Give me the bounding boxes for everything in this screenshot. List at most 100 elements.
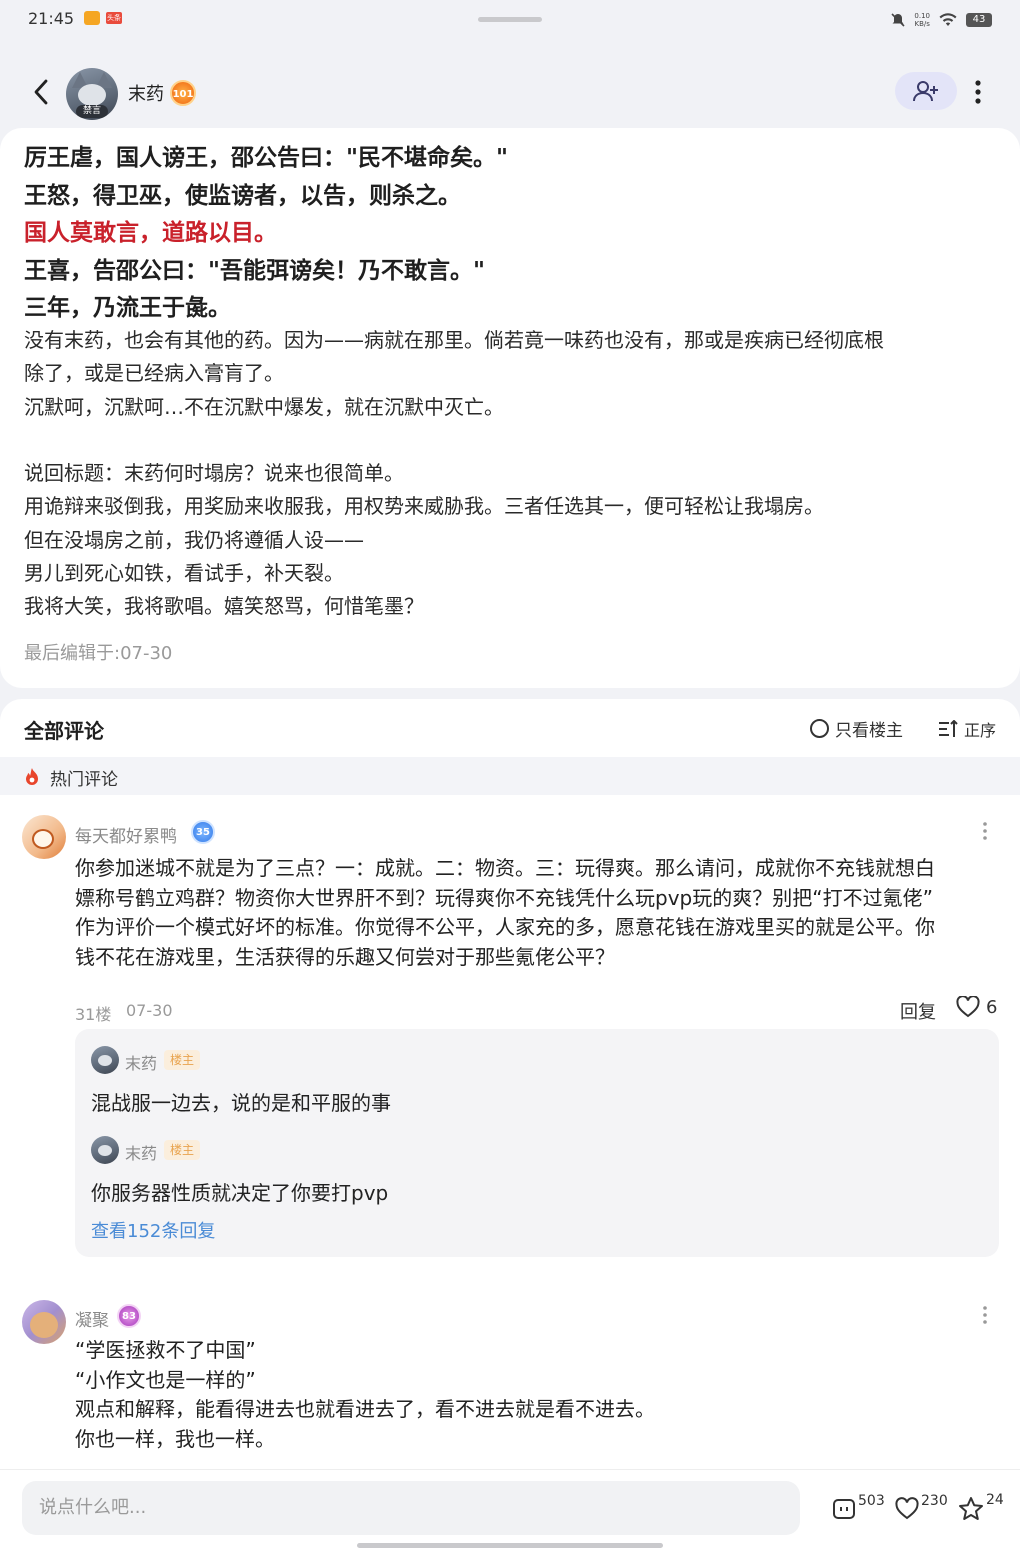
follow-button[interactable] xyxy=(895,72,957,110)
comment-more-button[interactable] xyxy=(975,819,995,843)
star-count: 24 xyxy=(986,1492,1004,1508)
post-header: 禁言 末药 101 xyxy=(0,60,1020,124)
author-level-badge: 101 xyxy=(170,80,196,106)
status-bar: 21:45 头条 0.10 KB/s 43 xyxy=(0,0,1020,40)
chevron-left-icon xyxy=(34,79,48,105)
more-vertical-icon xyxy=(983,822,987,840)
comments-title: 全部评论 xyxy=(24,719,104,743)
comment-text: “学医拯救不了中国” “小作文也是一样的” 观点和解释，能看得进去也就看进去了，… xyxy=(75,1336,1000,1454)
poem-line: 厉王虐，国人谤王，邵公告曰："民不堪命矣。" xyxy=(24,145,508,171)
heart-icon xyxy=(895,1497,919,1520)
body-line: 沉默呵，沉默呵…不在沉默中爆发，就在沉默中灭亡。 xyxy=(24,394,504,419)
reply-button[interactable]: 回复 xyxy=(900,998,936,1024)
view-more-replies-link[interactable]: 查看152条回复 xyxy=(91,1217,215,1243)
reply-user-name[interactable]: 末药 xyxy=(125,1140,157,1164)
post-body: 没有末药，也会有其他的药。因为——病就在那里。倘若竟一味药也没有，那或是疾病已经… xyxy=(24,324,994,624)
last-edited-time: 最后编辑于:07-30 xyxy=(24,643,173,664)
sort-order-button[interactable]: 正序 xyxy=(938,717,996,741)
heart-icon xyxy=(956,996,980,1018)
author-avatar[interactable]: 禁言 xyxy=(66,68,118,120)
comment-line: 你参加迷城不就是为了三点？一：成就。二：物资。三：玩得爽。那么请问，成就你不充钱… xyxy=(75,856,935,880)
back-button[interactable] xyxy=(26,74,56,110)
sort-icon xyxy=(939,720,958,737)
add-user-icon xyxy=(913,81,938,102)
comment-line: “小作文也是一样的” xyxy=(75,1367,256,1392)
comment-date: 07-30 xyxy=(126,1001,173,1020)
reply-user-name[interactable]: 末药 xyxy=(125,1050,157,1074)
body-line: 说回标题：末药何时塌房？说来也很简单。 xyxy=(24,461,404,486)
post-poem: 厉王虐，国人谤王，邵公告曰："民不堪命矣。" 王怒，得卫巫，使监谤者，以告，则杀… xyxy=(24,140,984,328)
comment-floor: 31楼 xyxy=(75,1005,112,1024)
reply-avatar[interactable] xyxy=(91,1136,119,1164)
reply-text: 你服务器性质就决定了你要打pvp xyxy=(91,1181,389,1205)
net-speed-unit: KB/s xyxy=(914,20,930,28)
poem-line-highlighted: 国人莫敢言，道路以目。 xyxy=(24,220,277,246)
body-line: 男儿到死心如铁，看试手，补天裂。 xyxy=(24,561,344,586)
bottom-action-bar: 说点什么吧... 503 230 24 xyxy=(0,1469,1020,1552)
poem-line: 王怒，得卫巫，使监谤者，以告，则杀之。 xyxy=(24,182,461,209)
author-name[interactable]: 末药 xyxy=(128,80,164,106)
banned-tag: 禁言 xyxy=(76,105,108,118)
body-line: 没有末药，也会有其他的药。因为——病就在那里。倘若竟一味药也没有，那或是疾病已经… xyxy=(24,328,884,352)
hot-comments-bar: 热门评论 xyxy=(0,757,1020,795)
comment-line: 钱不花在游戏里，生活获得的乐趣又何尝对于那些氪佬公平？ xyxy=(75,944,615,969)
commenter-avatar[interactable] xyxy=(22,815,66,859)
body-line: 但在没塌房之前，我仍将遵循人设—— xyxy=(24,527,364,552)
hot-comments-label: 热门评论 xyxy=(50,770,118,790)
only-op-label: 只看楼主 xyxy=(835,721,903,741)
comment-like-button[interactable]: 6 xyxy=(956,996,997,1018)
battery-icon: 43 xyxy=(966,13,992,27)
commenter-name[interactable]: 每天都好累鸭 xyxy=(75,822,177,847)
comment-like-count: 6 xyxy=(986,996,998,1018)
op-tag: 楼主 xyxy=(164,1050,200,1070)
body-line xyxy=(24,424,994,457)
more-vertical-icon xyxy=(983,1306,987,1324)
more-options-button[interactable] xyxy=(966,74,990,110)
sort-label: 正序 xyxy=(964,721,997,740)
status-icons: 0.10 KB/s 43 xyxy=(890,10,992,30)
only-op-toggle[interactable]: 只看楼主 xyxy=(810,716,903,741)
comment-input[interactable]: 说点什么吧... xyxy=(22,1481,800,1535)
more-vertical-icon xyxy=(975,80,981,104)
comment-line: “学医拯救不了中国” xyxy=(75,1338,256,1362)
top-drag-handle[interactable] xyxy=(478,17,542,22)
body-line: 除了，或是已经病入膏肓了。 xyxy=(24,361,284,386)
net-speed: 0.10 KB/s xyxy=(914,12,930,28)
reply-text: 混战服一边去，说的是和平服的事 xyxy=(91,1091,391,1115)
comment-text: 你参加迷城不就是为了三点？一：成就。二：物资。三：玩得爽。那么请问，成就你不充钱… xyxy=(75,854,1000,972)
comment-more-button[interactable] xyxy=(975,1303,995,1327)
reply-avatar[interactable] xyxy=(91,1046,119,1074)
mute-bell-icon xyxy=(891,13,905,27)
comment-line: 嫖称号鹤立鸡群？物资你大世界肝不到？玩得爽你不充钱凭什么玩pvp玩的爽？别把“打… xyxy=(75,885,933,910)
radio-circle-icon xyxy=(810,719,829,738)
comment-line: 你也一样，我也一样。 xyxy=(75,1426,275,1451)
comment-line: 观点和解释，能看得进去也就看进去了，看不进去就是看不进去。 xyxy=(75,1397,655,1421)
poem-line: 王喜，告邵公曰："吾能弭谤矣！乃不敢言。" xyxy=(24,257,485,284)
commenter-level-badge: 83 xyxy=(117,1304,141,1328)
body-line: 用诡辩来驳倒我，用奖励来收服我，用权势来威胁我。三者任选其一，便可轻松让我塌房。 xyxy=(24,494,824,519)
post-card: 厉王虐，国人谤王，邵公告曰："民不堪命矣。" 王怒，得卫巫，使监谤者，以告，则杀… xyxy=(0,128,1020,688)
op-tag: 楼主 xyxy=(164,1140,200,1160)
comment-line: 作为评价一个模式好坏的标准。你觉得不公平，人家充的多，愿意花钱在游戏里买的就是公… xyxy=(75,915,935,939)
commenter-name[interactable]: 凝聚 xyxy=(75,1306,109,1331)
comment-count: 503 xyxy=(858,1493,885,1509)
favorite-button[interactable]: 24 xyxy=(958,1492,1004,1522)
poem-line: 三年，乃流王于彘。 xyxy=(24,295,231,321)
reply-thread: 末药 楼主 混战服一边去，说的是和平服的事 末药 楼主 你服务器性质就决定了你要… xyxy=(75,1029,999,1257)
fire-icon xyxy=(26,768,38,785)
comment-bubble-icon xyxy=(833,1499,855,1519)
app-notification-icon xyxy=(84,11,100,25)
like-post-button[interactable]: 230 xyxy=(895,1493,948,1521)
comments-count-button[interactable]: 503 xyxy=(832,1493,885,1521)
news-app-icon: 头条 xyxy=(106,12,122,24)
body-line: 我将大笑，我将歌唱。嬉笑怒骂，何惜笔墨？ xyxy=(24,594,424,619)
star-icon xyxy=(959,1497,983,1520)
commenter-level-badge: 35 xyxy=(191,820,215,844)
net-speed-value: 0.10 xyxy=(914,12,930,20)
comments-section: 全部评论 只看楼主 正序 热门评论 每天都好累鸭 35 你参加迷城不就是为了三点… xyxy=(0,699,1020,1469)
status-time: 21:45 xyxy=(28,9,75,28)
commenter-avatar[interactable] xyxy=(22,1300,66,1344)
wifi-icon xyxy=(939,13,957,26)
like-count: 230 xyxy=(921,1493,948,1509)
home-indicator[interactable] xyxy=(357,1543,663,1548)
